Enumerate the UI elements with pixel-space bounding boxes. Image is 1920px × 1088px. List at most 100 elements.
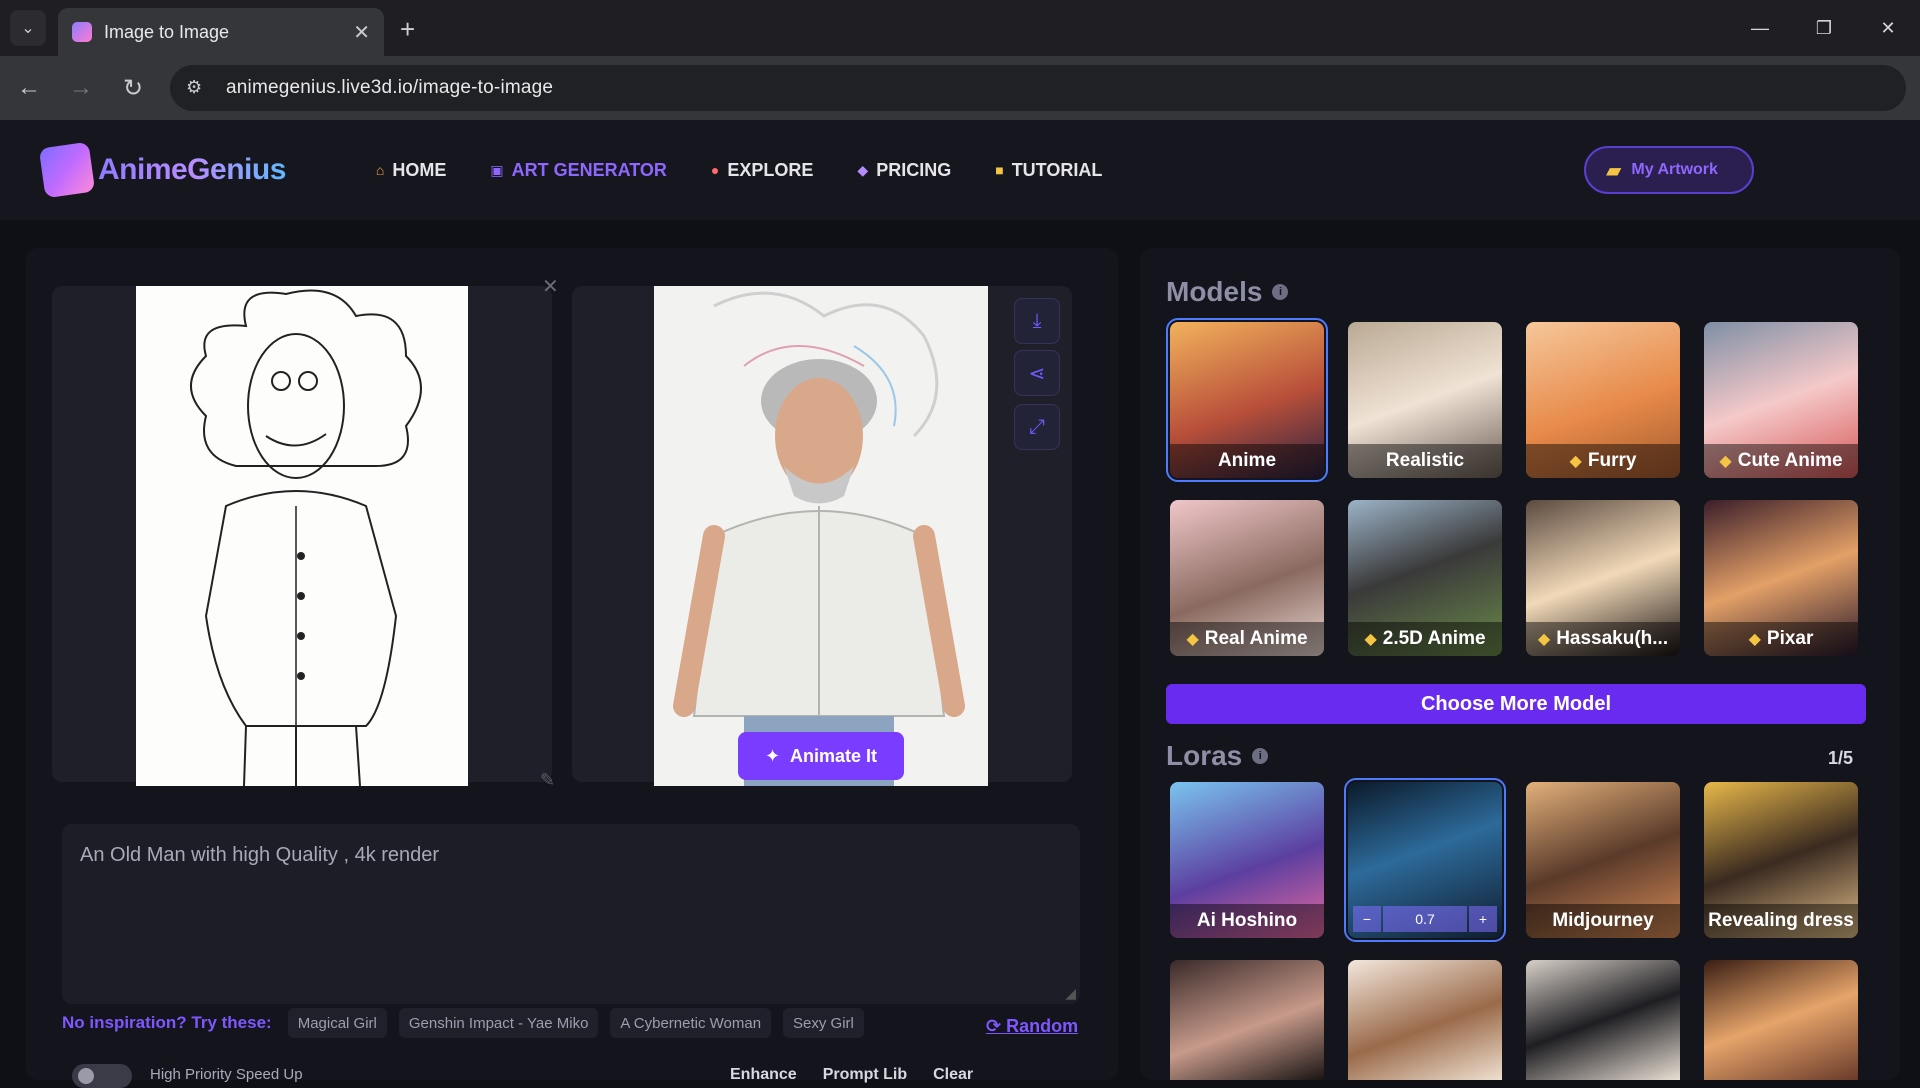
lora-card[interactable] [1526, 960, 1680, 1080]
model-card-furry[interactable]: ◆ Furry [1526, 322, 1680, 478]
logo-text: AnimeGenius [98, 153, 286, 186]
remove-image-icon[interactable]: ✕ [542, 274, 559, 299]
model-card-anime[interactable]: Anime [1166, 318, 1328, 482]
expand-button[interactable]: ⤢ [1014, 404, 1060, 450]
premium-gem-icon: ◆ [1719, 453, 1732, 470]
model-label: ◆ Cute Anime [1704, 444, 1858, 478]
prompt-textarea[interactable]: An Old Man with high Quality , 4k render… [62, 824, 1080, 1004]
menu-label: HOME [392, 159, 447, 180]
menu-tutorial[interactable]: ■ TUTORIAL [995, 160, 1102, 181]
enhance-button[interactable]: Enhance [730, 1066, 797, 1084]
lora-card[interactable] [1704, 960, 1858, 1080]
lora-weight-stepper[interactable]: − 0.7 + [1348, 906, 1502, 932]
lora-name: Midjourney [1552, 910, 1654, 931]
my-artworks-button[interactable]: ▰ My Artwork [1584, 146, 1754, 194]
lora-count: 1/5 [1828, 748, 1854, 768]
reload-button[interactable]: ↻ [118, 74, 148, 103]
premium-gem-icon: ◆ [1748, 631, 1761, 648]
menu-label: PRICING [876, 159, 952, 180]
menu-explore[interactable]: ● EXPLORE [711, 160, 814, 181]
address-bar[interactable]: ⚙ animegenius.live3d.io/image-to-image [170, 65, 1906, 111]
weight-minus-button[interactable]: − [1353, 906, 1381, 932]
premium-gem-icon: ◆ [1364, 631, 1377, 648]
model-label: Realistic [1348, 444, 1502, 478]
model-label: ◆ Pixar [1704, 622, 1858, 656]
lora-name: Revealing dress [1708, 910, 1854, 931]
menu-label: TUTORIAL [1011, 159, 1103, 180]
lora-card-ai-hoshino[interactable]: Ai Hoshino [1170, 782, 1324, 938]
prompt-chip[interactable]: Genshin Impact - Yae Miko [398, 1008, 599, 1038]
animate-label: Animate It [790, 745, 878, 766]
pin-icon: ● [710, 162, 720, 178]
prompt-actions: Enhance Prompt Lib Clear [730, 1066, 973, 1084]
choose-more-model-button[interactable]: Choose More Model [1166, 684, 1866, 724]
restore-button[interactable]: ❐ [1792, 0, 1856, 56]
menu-pricing[interactable]: ◆ PRICING [857, 160, 951, 181]
lora-card-revealing-dress[interactable]: Revealing dress [1704, 782, 1858, 938]
loras-title: Loras i [1166, 740, 1269, 772]
browser-tabstrip: ⌄ Image to Image ✕ + — ❐ ✕ [0, 0, 1920, 56]
model-name: Realistic [1385, 450, 1465, 471]
prompt-chip[interactable]: A Cybernetic Woman [610, 1008, 772, 1038]
random-button[interactable]: ⟳ Random [986, 1016, 1078, 1037]
model-card-cute-anime[interactable]: ◆ Cute Anime [1704, 322, 1858, 478]
model-name: Hassaku(h... [1556, 628, 1669, 649]
model-name: Pixar [1766, 628, 1814, 649]
model-name: Anime [1217, 450, 1277, 471]
edit-pen-icon[interactable]: ✎ [540, 770, 555, 791]
menu-home[interactable]: ⌂ HOME [376, 160, 446, 181]
diamond-icon: ◆ [857, 161, 869, 178]
minimize-button[interactable]: — [1728, 0, 1792, 56]
resize-handle-icon[interactable]: ◢ [1065, 985, 1076, 1002]
browser-tab[interactable]: Image to Image ✕ [58, 8, 384, 56]
prompt-lib-button[interactable]: Prompt Lib [823, 1066, 907, 1084]
url-text[interactable]: animegenius.live3d.io/image-to-image [226, 77, 553, 99]
model-label: Anime [1170, 444, 1324, 478]
address-bar-row: ← → ↻ ⚙ animegenius.live3d.io/image-to-i… [0, 56, 1920, 120]
lora-name: Ai Hoshino [1196, 910, 1298, 931]
model-card-real-anime[interactable]: ◆ Real Anime [1170, 500, 1324, 656]
model-card-hassaku[interactable]: ◆ Hassaku(h... [1526, 500, 1680, 656]
lora-card[interactable] [1348, 960, 1502, 1080]
my-artworks-label: My Artwork [1631, 161, 1718, 178]
site-header: AnimeGenius ⌂ HOME ▣ ART GENERATOR ● EXPLOR… [0, 120, 1920, 220]
animate-it-button[interactable]: ✦ Animate It [738, 732, 904, 780]
model-name: 2.5D Anime [1382, 628, 1486, 649]
sketch-drawing [190, 289, 422, 787]
lora-card-selected[interactable]: − 0.7 + [1344, 778, 1506, 942]
weight-value[interactable]: 0.7 [1383, 906, 1467, 932]
prompt-chip[interactable]: Sexy Girl [783, 1008, 864, 1038]
old-man-illustration [673, 291, 965, 786]
prompt-text[interactable]: An Old Man with high Quality , 4k render [80, 844, 1062, 867]
model-label: ◆ 2.5D Anime [1348, 622, 1502, 656]
favicon-icon [72, 22, 92, 42]
clear-button[interactable]: Clear [933, 1066, 973, 1084]
tab-search-button[interactable]: ⌄ [10, 10, 46, 46]
new-tab-button[interactable]: + [400, 14, 415, 45]
inspiration-row: No inspiration? Try these: Magical Girl … [62, 1008, 864, 1038]
info-icon[interactable]: i [1252, 748, 1269, 764]
model-card-pixar[interactable]: ◆ Pixar [1704, 500, 1858, 656]
close-window-button[interactable]: ✕ [1856, 0, 1920, 56]
priority-label: High Priority Speed Up [150, 1066, 303, 1083]
site-settings-icon[interactable]: ⚙ [186, 77, 208, 99]
info-icon[interactable]: i [1272, 284, 1289, 300]
tab-close-icon[interactable]: ✕ [353, 20, 370, 45]
premium-gem-icon: ◆ [1569, 453, 1582, 470]
model-card-realistic[interactable]: Realistic [1348, 322, 1502, 478]
share-button[interactable]: ⋖ [1014, 350, 1060, 396]
model-card-25d-anime[interactable]: ◆ 2.5D Anime [1348, 500, 1502, 656]
forward-button[interactable]: → [66, 74, 96, 102]
model-label: ◆ Furry [1526, 444, 1680, 478]
high-priority-toggle[interactable] [72, 1064, 132, 1088]
lora-card-midjourney[interactable]: Midjourney [1526, 782, 1680, 938]
random-label: Random [1006, 1016, 1079, 1036]
site-logo[interactable]: AnimeGenius [38, 141, 286, 199]
menu-label: EXPLORE [727, 159, 814, 180]
prompt-chip[interactable]: Magical Girl [287, 1008, 387, 1038]
download-button[interactable]: ⤓ [1014, 298, 1060, 344]
weight-plus-button[interactable]: + [1469, 906, 1497, 932]
menu-art-generator[interactable]: ▣ ART GENERATOR [490, 160, 667, 181]
lora-card[interactable] [1170, 960, 1324, 1080]
back-button[interactable]: ← [14, 74, 44, 102]
